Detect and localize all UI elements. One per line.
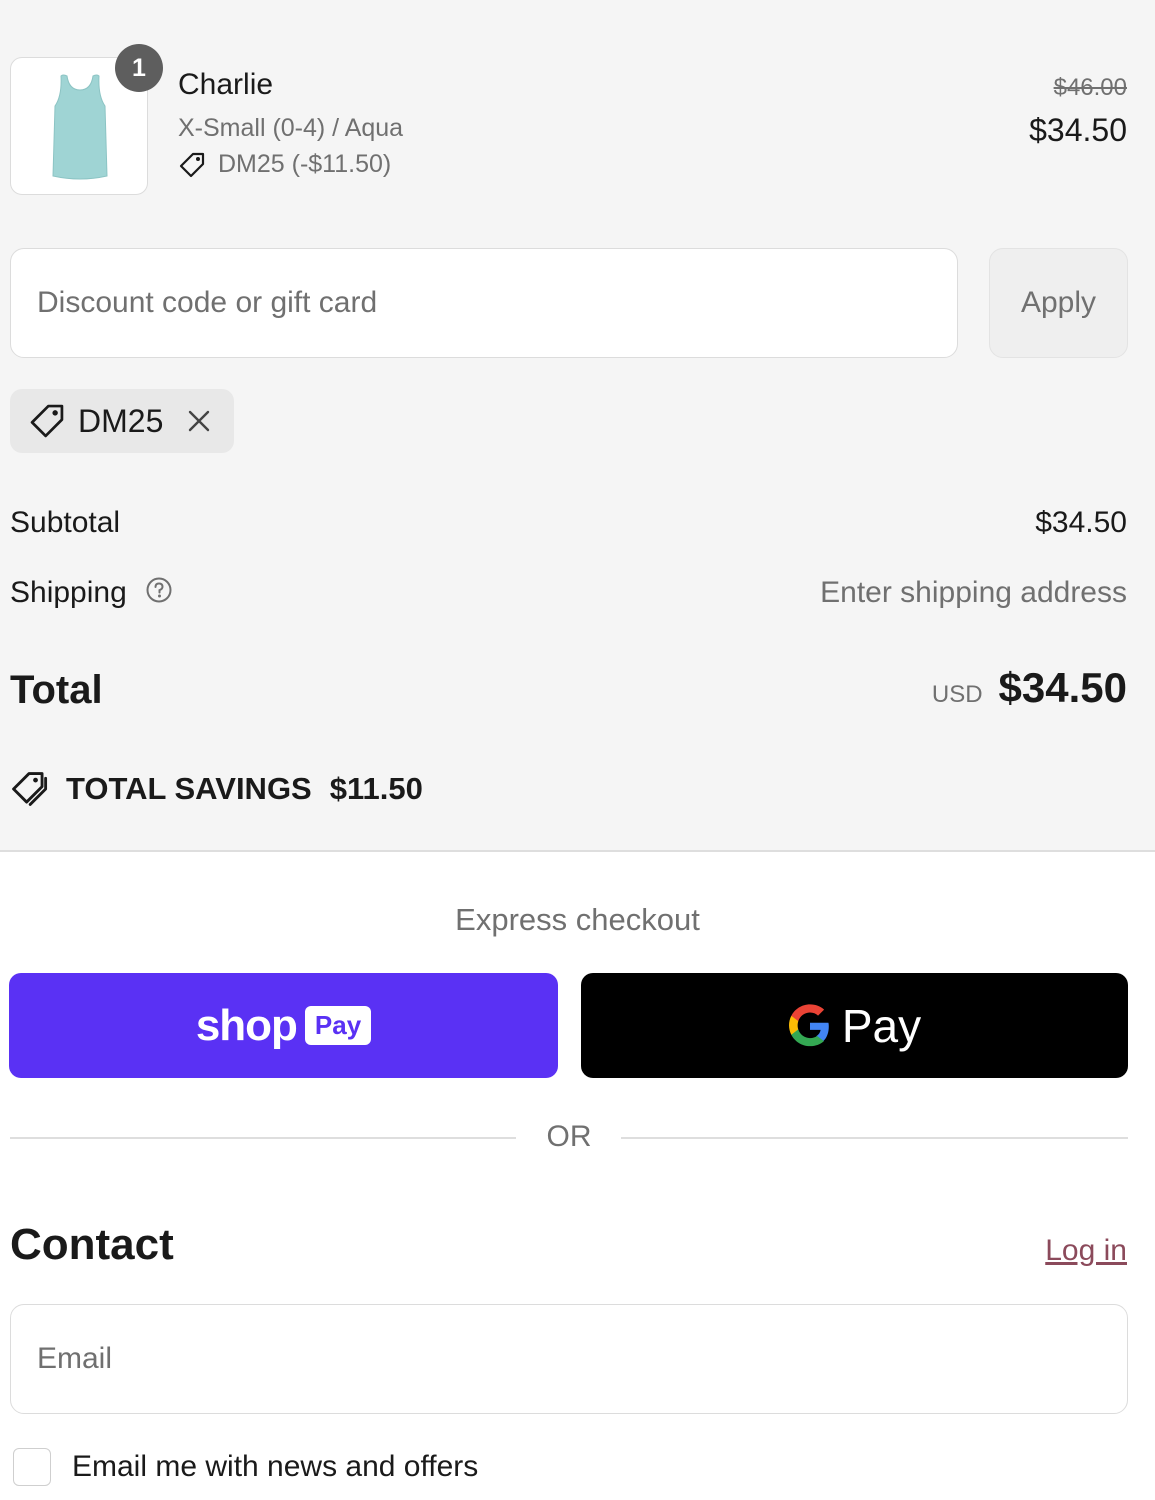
- currency-code: USD: [931, 681, 983, 708]
- newsletter-label[interactable]: Email me with news and offers: [72, 1450, 478, 1484]
- tank-top-image: [52, 74, 108, 180]
- remove-discount-button[interactable]: [187, 409, 211, 433]
- total-label: Total: [10, 668, 103, 712]
- tag-icon: [179, 152, 205, 177]
- order-summary: 1 Charlie X-Small (0-4) / Aqua DM25 (-$1…: [0, 0, 1155, 852]
- subtotal-value: $34.50: [1035, 506, 1127, 539]
- google-pay-wordmark: Pay: [841, 999, 922, 1052]
- product-name: Charlie: [178, 68, 274, 101]
- total-amount: USD $34.50: [932, 664, 1127, 712]
- total-value: $34.50: [998, 664, 1127, 711]
- applied-discount-code: DM25: [78, 402, 164, 439]
- email-field[interactable]: [10, 1304, 1128, 1414]
- express-checkout-title: Express checkout: [455, 902, 700, 937]
- applied-discount-chip: DM25: [10, 389, 234, 453]
- shipping-label: Shipping: [10, 576, 127, 609]
- discount-code-input[interactable]: [10, 248, 958, 358]
- log-in-link[interactable]: Log in: [1045, 1234, 1127, 1268]
- product-variant: X-Small (0-4) / Aqua: [178, 114, 404, 142]
- help-icon[interactable]: [145, 576, 173, 612]
- contact-heading: Contact: [10, 1220, 174, 1269]
- google-pay-button[interactable]: Pay: [581, 973, 1128, 1078]
- shipping-value: Enter shipping address: [820, 576, 1127, 609]
- newsletter-checkbox[interactable]: [13, 1448, 51, 1486]
- savings-value: $11.50: [329, 771, 423, 806]
- close-icon: [189, 410, 210, 432]
- apply-discount-button[interactable]: Apply: [989, 248, 1128, 358]
- google-g-icon: [788, 1003, 829, 1046]
- subtotal-label: Subtotal: [10, 506, 121, 539]
- quantity-badge: 1: [115, 44, 163, 92]
- shop-pay-badge: Pay: [304, 1006, 372, 1045]
- shipping-row: Shipping: [10, 576, 173, 612]
- shop-pay-wordmark: shop: [195, 1000, 298, 1050]
- total-savings: TOTAL SAVINGS $11.50: [10, 770, 423, 808]
- tags-icon: [12, 772, 48, 806]
- compare-at-price: $46.00: [1053, 74, 1127, 101]
- divider-left: [10, 1137, 516, 1139]
- product-discount-text: DM25 (-$11.50): [218, 150, 392, 178]
- product-price: $34.50: [1029, 112, 1127, 148]
- or-divider-text: OR: [546, 1120, 592, 1153]
- product-discount: DM25 (-$11.50): [178, 150, 391, 179]
- question-circle-icon: [146, 577, 172, 603]
- divider-right: [621, 1137, 1128, 1139]
- tag-icon: [30, 404, 64, 438]
- savings-label: TOTAL SAVINGS: [66, 771, 312, 806]
- shop-pay-button[interactable]: shop Pay: [9, 973, 558, 1078]
